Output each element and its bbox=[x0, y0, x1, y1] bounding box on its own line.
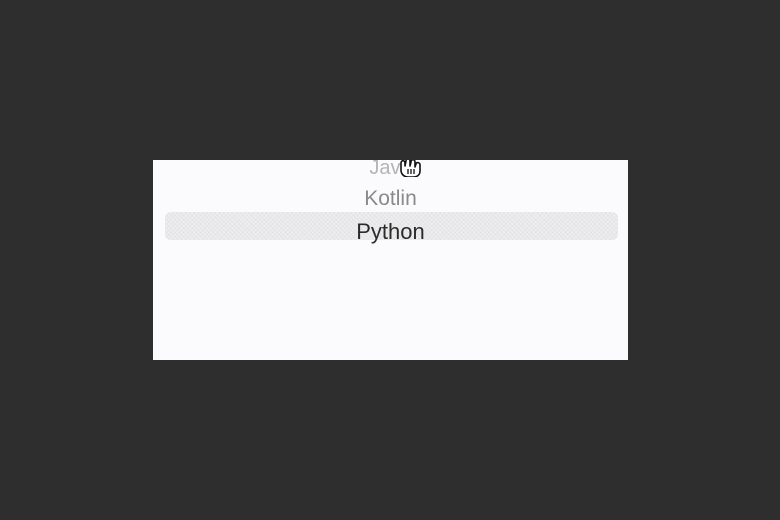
screen-backdrop: Java Kotlin Python bbox=[0, 0, 780, 520]
picker-item-java[interactable]: Java bbox=[153, 160, 628, 182]
hand-pointer-icon bbox=[400, 160, 421, 177]
picker-wheel[interactable]: Java Kotlin Python bbox=[153, 160, 628, 360]
picker-item-kotlin[interactable]: Kotlin bbox=[153, 185, 628, 213]
picker-item-python[interactable]: Python bbox=[153, 218, 628, 246]
language-picker[interactable]: Java Kotlin Python bbox=[153, 160, 628, 360]
